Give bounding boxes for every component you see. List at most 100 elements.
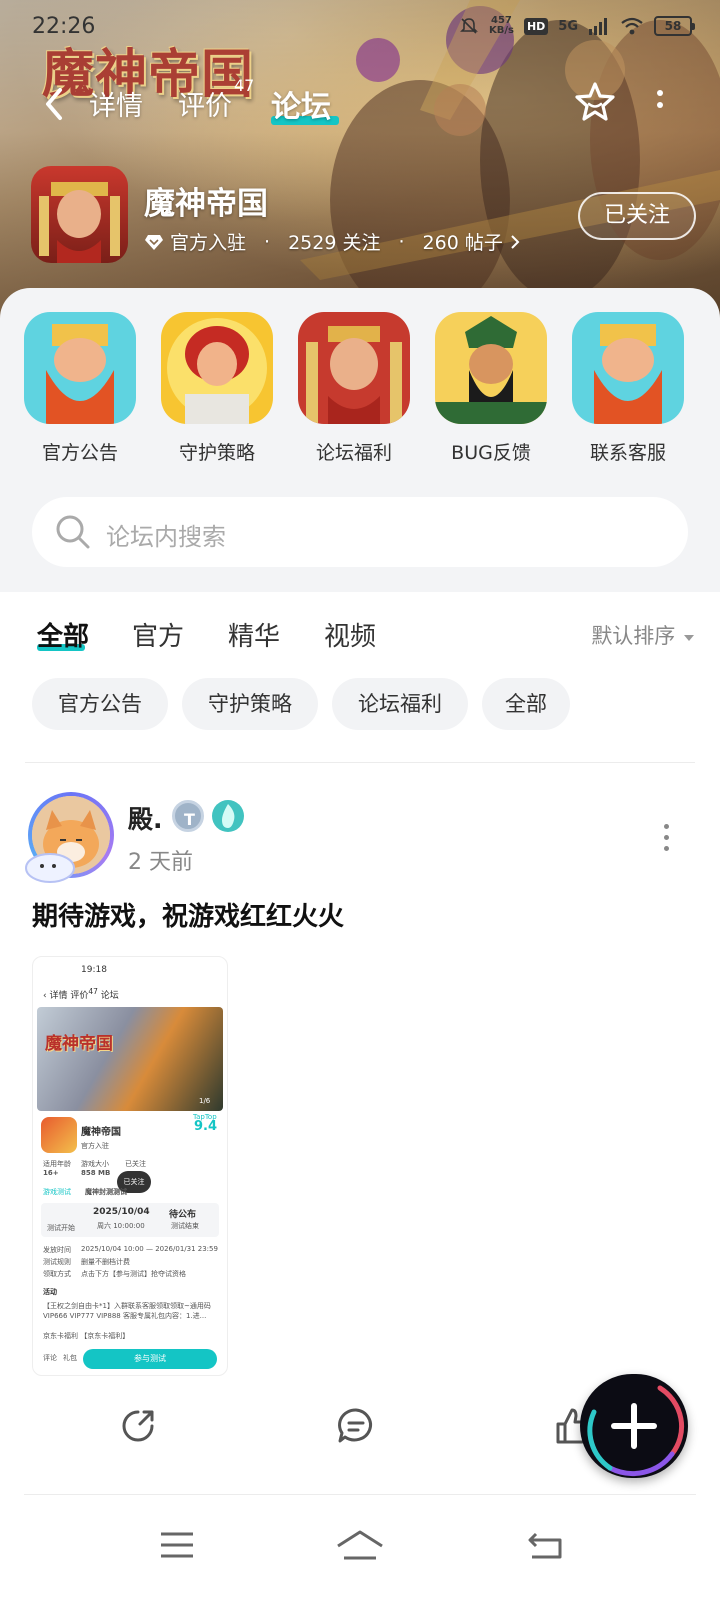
sort-label: 默认排序 <box>591 624 676 648</box>
game-meta: 官方入驻 · 2529 关注 · 260 帖子 <box>144 228 521 255</box>
wifi-icon <box>621 17 643 35</box>
comment-icon[interactable] <box>336 1406 376 1446</box>
search-placeholder: 论坛内搜索 <box>106 523 226 551</box>
thumb-score: 9.4 <box>193 1119 217 1134</box>
chip-official-announcements[interactable]: 官方公告 <box>32 678 168 730</box>
thumb-banner-image <box>37 1007 223 1111</box>
signal-bars-icon <box>589 18 607 35</box>
thumb-banner-title: 魔神帝国 <box>45 1034 113 1054</box>
system-navigation-bar <box>0 1530 720 1590</box>
network-type: 5G <box>558 18 578 34</box>
thumb-tab-forum: 论坛 <box>100 991 119 1001</box>
followers-count[interactable]: 2529 关注 <box>288 228 380 255</box>
back-icon[interactable] <box>528 1530 564 1560</box>
shortcut-label: BUG反馈 <box>451 442 531 464</box>
shortcut-grid: 官方公告 守护策略 论坛福利 BUG反馈 联系客服 <box>24 312 696 472</box>
thumb-size-value: 858 MB <box>81 1169 111 1177</box>
shortcut-bug-report[interactable]: BUG反馈 <box>435 312 547 465</box>
thumb-bottom-gift: 礼包 <box>63 1354 77 1362</box>
post-author-name[interactable]: 殿. <box>128 800 163 836</box>
post-time: 2 天前 <box>128 850 193 875</box>
network-speed-unit: KB/s <box>488 25 514 36</box>
share-icon[interactable] <box>118 1406 158 1446</box>
game-hero-banner: 魔神帝国 22:26 457 KB/s HD 5G 58 详情 评价 47 论坛… <box>0 0 720 330</box>
forum-shortcut-panel: 官方公告 守护策略 论坛福利 BUG反馈 联系客服 论坛内搜索 <box>0 288 720 592</box>
thumb-date-time: 周六 10:00:00 <box>97 1222 145 1230</box>
thumb-age-label: 适用年龄 <box>43 1160 71 1168</box>
thumb-line-method-label: 领取方式 <box>43 1270 71 1278</box>
thumb-activity-2: 京东卡福利 【京东卡福利】 <box>43 1332 130 1340</box>
shortcut-guard-strategy[interactable]: 守护策略 <box>161 312 273 465</box>
thumb-review-count: 47 <box>88 987 98 996</box>
hd-voice-badge: HD <box>523 17 549 35</box>
shortcut-label: 联系客服 <box>589 442 666 464</box>
thumb-official: 官方入驻 <box>81 1142 109 1150</box>
thumb-age-value: 16+ <box>43 1169 59 1177</box>
bearded-king-icon <box>572 312 684 424</box>
game-header: 魔神帝国 官方入驻 · 2529 关注 · 260 帖子 已关注 <box>31 166 696 266</box>
post-content[interactable]: 期待游戏，祝游戏红红火火 <box>32 896 344 933</box>
posts-count[interactable]: 260 帖子 <box>423 228 503 255</box>
more-options-button[interactable] <box>650 84 670 124</box>
shortcut-contact-support[interactable]: 联系客服 <box>572 312 684 465</box>
chip-all[interactable]: 全部 <box>482 678 570 730</box>
thumb-size-label: 游戏大小 <box>81 1160 109 1168</box>
top-navigation: 详情 评价 47 论坛 <box>0 76 720 130</box>
home-icon[interactable] <box>336 1530 384 1564</box>
filter-tabs: 全部 官方 精华 视频 默认排序 <box>0 592 720 662</box>
create-post-button[interactable] <box>580 1374 688 1478</box>
search-icon <box>56 515 90 549</box>
forum-search-bar[interactable]: 论坛内搜索 <box>32 497 688 567</box>
chip-forum-welfare[interactable]: 论坛福利 <box>332 678 468 730</box>
verified-diamond-icon <box>145 234 163 250</box>
thumb-tab-reviews: 评价 <box>70 991 89 1001</box>
flame-badge-icon <box>212 800 244 832</box>
filter-tab-featured[interactable]: 精华 <box>228 616 280 653</box>
thumb-tab-details: 详情 <box>49 991 68 1001</box>
favorite-star-icon[interactable] <box>573 80 617 124</box>
thumb-activity-1: 【王权之剑自由卡*1】入群联系客服领取领取~通用码 VIP666 VIP777 … <box>43 1302 211 1320</box>
tab-forum[interactable]: 论坛 <box>271 82 331 126</box>
svg-text:T: T <box>184 810 195 829</box>
filter-tab-video[interactable]: 视频 <box>324 616 376 653</box>
tab-reviews[interactable]: 评价 <box>178 84 232 123</box>
tab-details[interactable]: 详情 <box>89 84 143 123</box>
thumb-event-tag: 游戏测试 <box>43 1188 71 1196</box>
shortcut-label: 官方公告 <box>41 442 118 464</box>
game-title: 魔神帝国 <box>144 186 268 222</box>
chip-guard-strategy[interactable]: 守护策略 <box>182 678 318 730</box>
post-more-button[interactable] <box>660 824 672 854</box>
thumb-pending-sub: 测试结束 <box>171 1222 199 1230</box>
dropdown-triangle-icon <box>684 635 694 641</box>
thumb-followed-label: 已关注 <box>125 1160 146 1168</box>
meta-separator: · <box>398 230 405 253</box>
meta-separator: · <box>264 230 271 253</box>
thumb-event-name: 魔神封测测试 <box>85 1188 127 1196</box>
thumb-bottom-comments: 评论 <box>43 1354 57 1362</box>
thumb-game-icon <box>41 1117 77 1153</box>
filter-tab-official[interactable]: 官方 <box>132 616 184 653</box>
shortcut-forum-welfare[interactable]: 论坛福利 <box>298 312 410 465</box>
thumb-line-rule: 删量不删档计费 <box>81 1258 130 1266</box>
sort-dropdown[interactable]: 默认排序 <box>591 620 696 650</box>
thumb-date: 2025/10/04 <box>93 1207 150 1217</box>
status-bar: 22:26 457 KB/s HD 5G 58 <box>0 14 720 44</box>
chevron-right-icon <box>511 234 520 249</box>
thumb-nav: ‹ 详情 评价47 论坛 <box>43 987 119 1001</box>
filter-tab-all[interactable]: 全部 <box>37 616 89 653</box>
menu-icon[interactable] <box>160 1530 194 1560</box>
thumb-line-rule-label: 测试规则 <box>43 1258 71 1266</box>
follow-button[interactable]: 已关注 <box>578 192 696 240</box>
network-speed: 457 KB/s <box>489 16 514 36</box>
red-hero-icon <box>161 312 273 424</box>
reviews-count-badge: 47 <box>234 76 255 95</box>
back-arrow-icon[interactable] <box>38 84 74 124</box>
bearded-king-icon <box>24 312 136 424</box>
shortcut-label: 论坛福利 <box>315 442 392 464</box>
shortcut-official-announcements[interactable]: 官方公告 <box>24 312 136 465</box>
shortcut-label: 守护策略 <box>178 442 255 464</box>
thumb-test-label: 测试开始 <box>47 1224 75 1232</box>
thumb-banner-page: 1/6 <box>199 1097 211 1105</box>
post-image-thumbnail[interactable]: 19:18 ‹ 详情 评价47 论坛 魔神帝国 1/6 魔神帝国 官方入驻 Ta… <box>32 956 228 1376</box>
thumb-game-name: 魔神帝国 <box>81 1127 121 1138</box>
